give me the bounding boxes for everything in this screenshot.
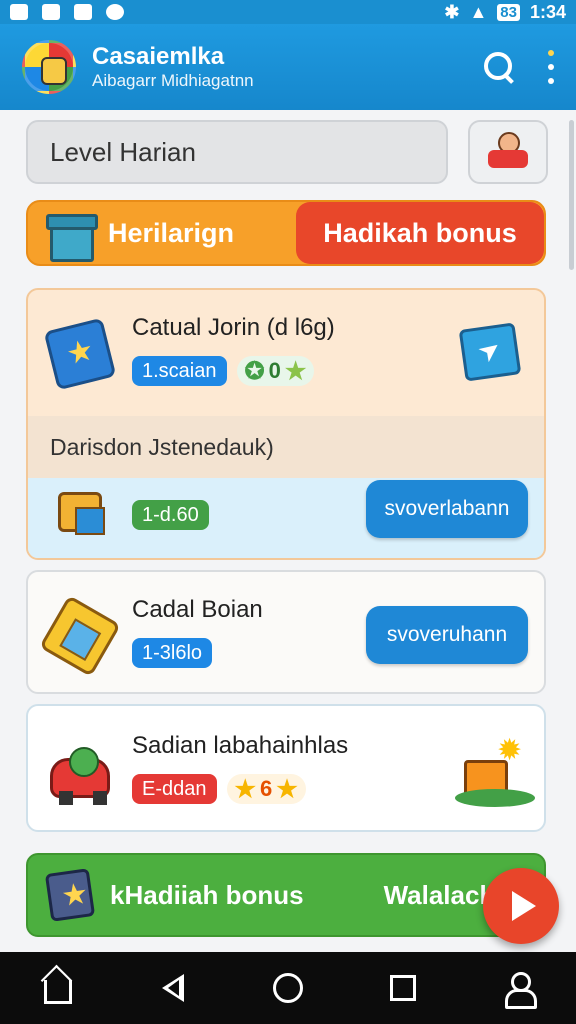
tablet-star-icon	[43, 317, 117, 391]
app-title: Casaiemlka	[92, 43, 225, 70]
star-count: ★ 6 ★	[226, 774, 306, 804]
bonus-bar[interactable]: kHadiiah bonus Walalach	[26, 853, 546, 937]
profile-nav-button[interactable]	[501, 971, 538, 1009]
tab-herilarign[interactable]: Herilarign	[28, 202, 296, 264]
star-icon: ★	[284, 357, 307, 385]
bin-icon	[46, 208, 98, 262]
circle-icon	[272, 973, 303, 1003]
bluetooth-icon: ✱	[444, 1, 460, 22]
avatar-button[interactable]	[468, 120, 548, 184]
star-value: 0	[268, 358, 281, 383]
home-nav-button[interactable]	[41, 971, 75, 1005]
task-tag: 1-d.60	[132, 500, 209, 530]
star-icon: ✪	[244, 357, 265, 385]
star-count: ✪ 0 ★	[236, 356, 315, 386]
bonus-label: kHadiiah bonus	[110, 879, 304, 910]
phone-icon	[39, 595, 121, 677]
app-logo-icon	[22, 40, 76, 94]
star-icon: ★	[234, 775, 257, 803]
tab-label: Hadikah bonus	[323, 217, 517, 248]
app-subtitle: Aibagarr Midhiagatnn	[92, 71, 254, 90]
task-card[interactable]: Catual Jorin (d l6g) 1.scaian ✪ 0 ★ Dari…	[26, 288, 546, 560]
task-tag: 1-3l6lo	[132, 638, 213, 668]
kid-car-icon	[486, 132, 530, 172]
recents-nav-button[interactable]	[386, 971, 420, 1005]
paper-plane-icon[interactable]	[458, 322, 522, 382]
task-card[interactable]: Cadal Boian 1-3l6lo svoveruhann	[26, 570, 546, 694]
bonus-right-label: Walalach	[383, 879, 496, 910]
task-title: Catual Jorin (d l6g)	[132, 314, 335, 341]
back-icon	[161, 974, 184, 1002]
level-field[interactable]: Level Harian	[26, 120, 448, 184]
tab-hadikah-bonus[interactable]: Hadikah bonus	[296, 202, 544, 264]
claim-button[interactable]: svoverlabann	[366, 480, 528, 538]
task-card[interactable]: Sadian labahainhlas E-ddan ★ 6 ★	[26, 704, 546, 832]
bonus-card-icon	[44, 868, 96, 922]
system-nav-bar	[0, 952, 576, 1024]
notification-icon	[10, 4, 28, 20]
gift-box-icon[interactable]	[455, 733, 535, 807]
star-value: 6	[260, 776, 273, 801]
gallery-icon	[42, 4, 60, 20]
search-icon[interactable]	[484, 52, 514, 82]
circle-nav-button[interactable]	[271, 971, 305, 1005]
clock: 1:34	[529, 1, 566, 22]
play-fab-button[interactable]	[483, 868, 559, 944]
task-tag: E-ddan	[132, 774, 217, 804]
status-bar: ✱ ▲ 83 1:34	[0, 0, 576, 24]
section-subheading: Darisdon Jstenedauk)	[28, 416, 544, 478]
signal-icon: ▲	[469, 1, 488, 22]
home-icon	[43, 980, 72, 1004]
more-options-icon[interactable]	[548, 50, 554, 84]
toolkit-icon	[58, 492, 105, 535]
tab-label: Herilarign	[108, 217, 235, 248]
task-title: Sadian labahainhlas	[132, 732, 349, 759]
task-title: Cadal Boian	[132, 596, 263, 623]
back-nav-button[interactable]	[156, 971, 190, 1005]
star-icon: ★	[276, 775, 298, 803]
toy-car-icon	[50, 747, 110, 805]
app-bar: Casaiemlka Aibagarr Midhiagatnn	[0, 24, 576, 110]
tab-bar: Herilarign Hadikah bonus	[26, 200, 546, 266]
home-notify-icon	[74, 4, 92, 20]
person-icon	[503, 972, 538, 1009]
task-tag: 1.scaian	[132, 356, 227, 386]
square-icon	[390, 975, 417, 1001]
claim-button[interactable]: svoveruhann	[366, 606, 528, 664]
battery-level: 83	[497, 3, 520, 21]
shield-icon	[106, 4, 124, 20]
scrollbar[interactable]	[569, 120, 574, 270]
